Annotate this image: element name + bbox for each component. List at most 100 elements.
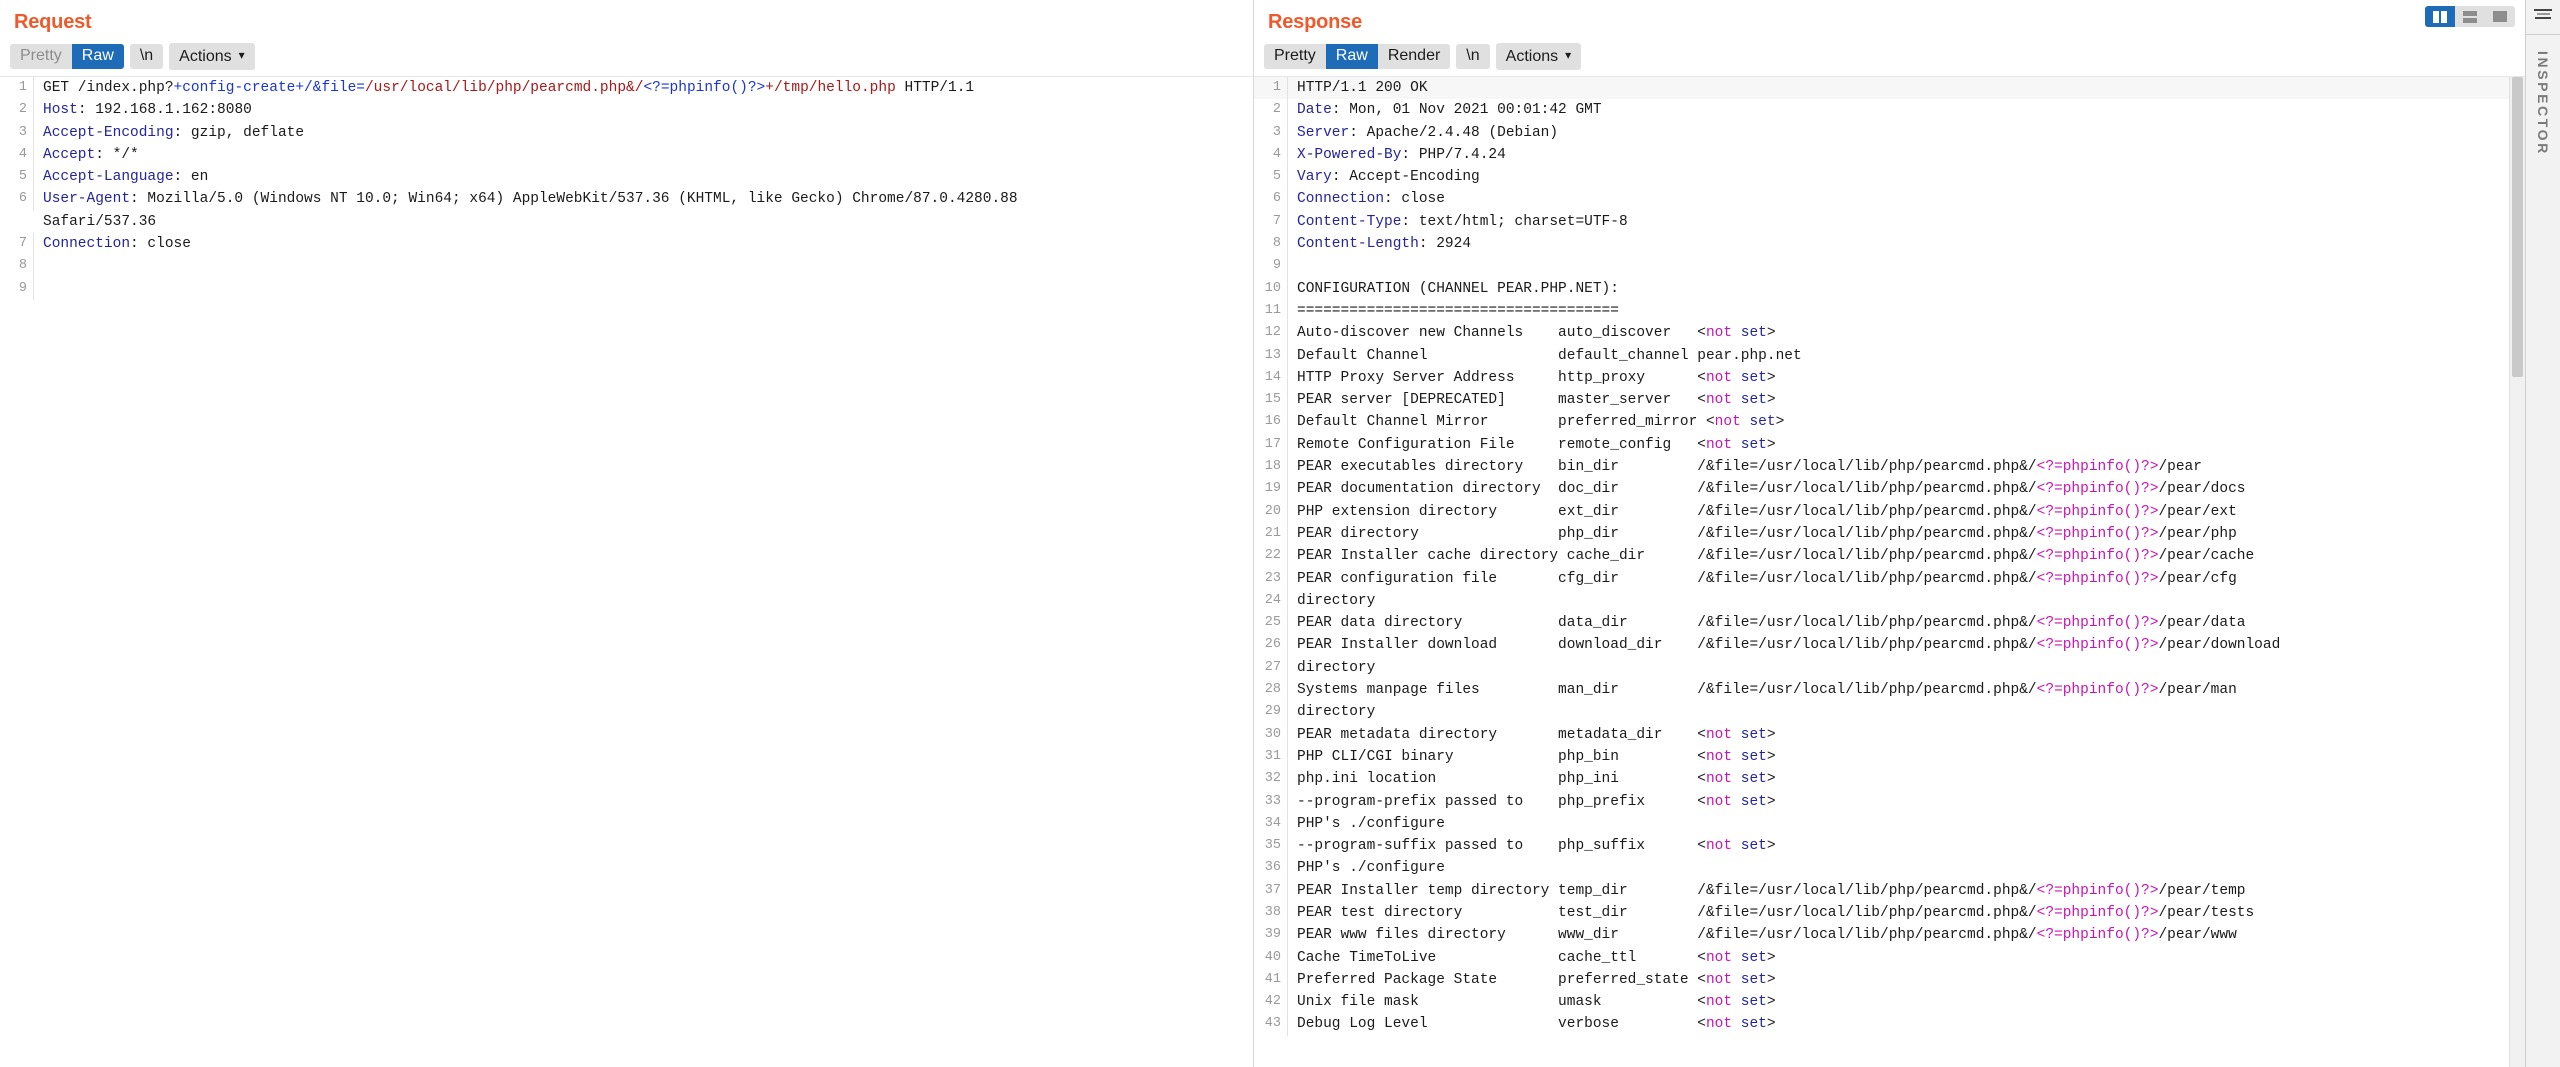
code-line: 40Cache TimeToLive cache_ttl <not set> bbox=[1254, 947, 2509, 969]
panel-toggle-icon[interactable] bbox=[2533, 9, 2553, 25]
response-editor[interactable]: 1HTTP/1.1 200 OK2Date: Mon, 01 Nov 2021 … bbox=[1254, 77, 2509, 1067]
code-line: 39PEAR www files directory www_dir /&fil… bbox=[1254, 924, 2509, 946]
response-toolbar: Pretty Raw Render \n Actions▾ bbox=[1254, 40, 2525, 76]
response-actions-button[interactable]: Actions▾ bbox=[1496, 43, 1582, 70]
line-number: 12 bbox=[1254, 322, 1288, 344]
line-number: 17 bbox=[1254, 434, 1288, 456]
line-number: 1 bbox=[0, 77, 34, 99]
code-line: 25PEAR data directory data_dir /&file=/u… bbox=[1254, 612, 2509, 634]
code-line: 8Content-Length: 2924 bbox=[1254, 233, 2509, 255]
code-text: Cache TimeToLive cache_ttl <not set> bbox=[1288, 947, 1776, 969]
line-number: 13 bbox=[1254, 345, 1288, 367]
code-line: 30PEAR metadata directory metadata_dir <… bbox=[1254, 724, 2509, 746]
line-number: 8 bbox=[1254, 233, 1288, 255]
code-text: Accept-Language: en bbox=[34, 166, 208, 188]
line-number: 9 bbox=[0, 278, 34, 300]
code-text: Auto-discover new Channels auto_discover… bbox=[1288, 322, 1776, 344]
code-line: 33--program-prefix passed to php_prefix … bbox=[1254, 791, 2509, 813]
request-pretty-button[interactable]: Pretty bbox=[10, 44, 72, 69]
code-text: User-Agent: Mozilla/5.0 (Windows NT 10.0… bbox=[34, 188, 1018, 210]
line-number: 22 bbox=[1254, 545, 1288, 567]
split-vertical-button[interactable] bbox=[2425, 6, 2455, 27]
response-newline-button[interactable]: \n bbox=[1456, 44, 1489, 69]
line-number: 7 bbox=[0, 233, 34, 255]
code-text: PEAR executables directory bin_dir /&fil… bbox=[1288, 456, 2202, 478]
split-vertical-icon bbox=[2433, 11, 2447, 23]
line-number: 16 bbox=[1254, 411, 1288, 433]
line-number: 39 bbox=[1254, 924, 1288, 946]
line-number: 43 bbox=[1254, 1013, 1288, 1035]
code-line: 34PHP's ./configure bbox=[1254, 813, 2509, 835]
single-pane-button[interactable] bbox=[2485, 6, 2515, 27]
line-number: 20 bbox=[1254, 501, 1288, 523]
request-editor[interactable]: 1GET /index.php?+config-create+/&file=/u… bbox=[0, 77, 1238, 1067]
line-number: 7 bbox=[1254, 211, 1288, 233]
single-pane-icon bbox=[2493, 11, 2507, 22]
request-actions-label: Actions bbox=[179, 48, 231, 65]
code-text: X-Powered-By: PHP/7.4.24 bbox=[1288, 144, 1506, 166]
code-text: Default Channel Mirror preferred_mirror … bbox=[1288, 411, 1784, 433]
request-title: Request bbox=[0, 0, 1253, 40]
code-line: 23PEAR configuration file cfg_dir /&file… bbox=[1254, 568, 2509, 590]
code-text: PEAR test directory test_dir /&file=/usr… bbox=[1288, 902, 2254, 924]
response-raw-button[interactable]: Raw bbox=[1326, 44, 1378, 69]
line-number: 2 bbox=[0, 99, 34, 121]
code-line: 38PEAR test directory test_dir /&file=/u… bbox=[1254, 902, 2509, 924]
code-line: 8 bbox=[0, 255, 1238, 277]
line-number: 8 bbox=[0, 255, 34, 277]
code-text: Systems manpage files man_dir /&file=/us… bbox=[1288, 679, 2237, 701]
inspector-rail: INSPECTOR bbox=[2525, 0, 2560, 1067]
line-number: 4 bbox=[0, 144, 34, 166]
line-number: 30 bbox=[1254, 724, 1288, 746]
code-text: --program-prefix passed to php_prefix <n… bbox=[1288, 791, 1776, 813]
response-title: Response bbox=[1254, 0, 2525, 40]
code-line: 1GET /index.php?+config-create+/&file=/u… bbox=[0, 77, 1238, 99]
line-number: 29 bbox=[1254, 701, 1288, 723]
line-number: 1 bbox=[1254, 77, 1288, 99]
code-text: CONFIGURATION (CHANNEL PEAR.PHP.NET): bbox=[1288, 278, 1619, 300]
request-actions-button[interactable]: Actions▾ bbox=[169, 43, 255, 70]
code-text: directory bbox=[1288, 657, 1375, 679]
line-number: 19 bbox=[1254, 478, 1288, 500]
line-number: 3 bbox=[1254, 122, 1288, 144]
response-render-button[interactable]: Render bbox=[1378, 44, 1450, 69]
code-text: PEAR configuration file cfg_dir /&file=/… bbox=[1288, 568, 2237, 590]
code-text: Preferred Package State preferred_state … bbox=[1288, 969, 1776, 991]
request-editor-wrap: 1GET /index.php?+config-create+/&file=/u… bbox=[0, 76, 1253, 1067]
code-text: Content-Type: text/html; charset=UTF-8 bbox=[1288, 211, 1628, 233]
request-scrollbar[interactable] bbox=[1238, 77, 1253, 1067]
code-line: 21PEAR directory php_dir /&file=/usr/loc… bbox=[1254, 523, 2509, 545]
inspector-label: INSPECTOR bbox=[2535, 51, 2551, 156]
code-line: 43Debug Log Level verbose <not set> bbox=[1254, 1013, 2509, 1035]
line-number: 14 bbox=[1254, 367, 1288, 389]
line-number: 6 bbox=[1254, 188, 1288, 210]
code-text: Accept: */* bbox=[34, 144, 139, 166]
code-line: 5Accept-Language: en bbox=[0, 166, 1238, 188]
message-panes: Request Pretty Raw \n Actions▾ 1GET /ind… bbox=[0, 0, 2525, 1067]
code-line: 5Vary: Accept-Encoding bbox=[1254, 166, 2509, 188]
split-horizontal-button[interactable] bbox=[2455, 6, 2485, 27]
code-line: 20PHP extension directory ext_dir /&file… bbox=[1254, 501, 2509, 523]
code-line: 31PHP CLI/CGI binary php_bin <not set> bbox=[1254, 746, 2509, 768]
code-line: 15PEAR server [DEPRECATED] master_server… bbox=[1254, 389, 2509, 411]
line-number: 31 bbox=[1254, 746, 1288, 768]
code-text: PHP's ./configure bbox=[1288, 813, 1445, 835]
line-number: 10 bbox=[1254, 278, 1288, 300]
code-text: PEAR Installer cache directory cache_dir… bbox=[1288, 545, 2254, 567]
line-number: 21 bbox=[1254, 523, 1288, 545]
code-line: 42Unix file mask umask <not set> bbox=[1254, 991, 2509, 1013]
response-scrollbar[interactable] bbox=[2509, 77, 2525, 1067]
response-scrollbar-thumb[interactable] bbox=[2512, 77, 2523, 377]
line-number: 37 bbox=[1254, 880, 1288, 902]
code-line: 2Date: Mon, 01 Nov 2021 00:01:42 GMT bbox=[1254, 99, 2509, 121]
line-number: 27 bbox=[1254, 657, 1288, 679]
line-number: 5 bbox=[0, 166, 34, 188]
line-number: 5 bbox=[1254, 166, 1288, 188]
chevron-down-icon: ▾ bbox=[1565, 46, 1571, 64]
request-raw-button[interactable]: Raw bbox=[72, 44, 124, 69]
code-text: Server: Apache/2.4.48 (Debian) bbox=[1288, 122, 1558, 144]
line-number: 15 bbox=[1254, 389, 1288, 411]
response-pretty-button[interactable]: Pretty bbox=[1264, 44, 1326, 69]
code-line: 26PEAR Installer download download_dir /… bbox=[1254, 634, 2509, 656]
request-newline-button[interactable]: \n bbox=[130, 44, 163, 69]
